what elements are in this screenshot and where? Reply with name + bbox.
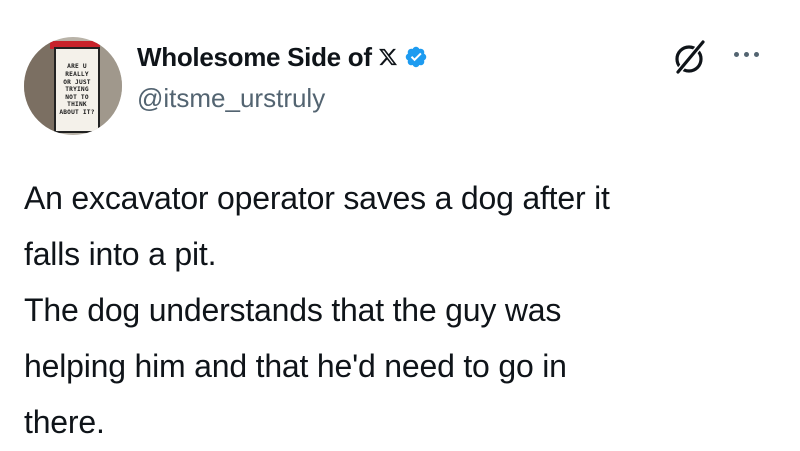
avatar-sign-line: THINK: [67, 101, 87, 109]
avatar[interactable]: ARE U REALLY OR JUST TRYING NOT TO THINK…: [24, 37, 122, 135]
avatar-sign-line: ABOUT IT?: [59, 108, 95, 116]
author-display-name[interactable]: Wholesome Side of: [137, 42, 372, 73]
more-options-icon[interactable]: [734, 44, 759, 64]
tweet-text-line: helping him and that he'd need to go in: [24, 348, 567, 384]
avatar-sign-line: REALLY: [65, 71, 89, 79]
x-logo-icon: [378, 48, 397, 66]
avatar-sign-line: NOT TO: [65, 93, 89, 101]
avatar-sign-line: TRYING: [65, 86, 89, 94]
verified-badge-icon: [405, 46, 426, 68]
tweet-text-line: there.: [24, 404, 105, 440]
tweet-text-line: An excavator operator saves a dog after …: [24, 180, 610, 216]
tweet-text-line: falls into a pit.: [24, 236, 217, 272]
avatar-sign-line: ARE U: [67, 63, 87, 71]
more-options-dot: [734, 51, 739, 57]
author-name-row: Wholesome Side of: [137, 37, 428, 77]
tweet-text: An excavator operator saves a dog after …: [24, 170, 786, 450]
more-options-dot: [754, 51, 759, 57]
avatar-sign-line: OR JUST: [63, 78, 91, 86]
tweet-card: ARE U REALLY OR JUST TRYING NOT TO THINK…: [0, 0, 800, 451]
tweet-text-line: The dog understands that the guy was: [24, 292, 562, 328]
author-handle[interactable]: @itsme_urstruly: [137, 83, 325, 114]
grok-icon[interactable]: [672, 38, 708, 78]
more-options-dot: [744, 51, 749, 57]
avatar-background: [24, 37, 54, 135]
avatar-sign: ARE U REALLY OR JUST TRYING NOT TO THINK…: [54, 47, 100, 133]
